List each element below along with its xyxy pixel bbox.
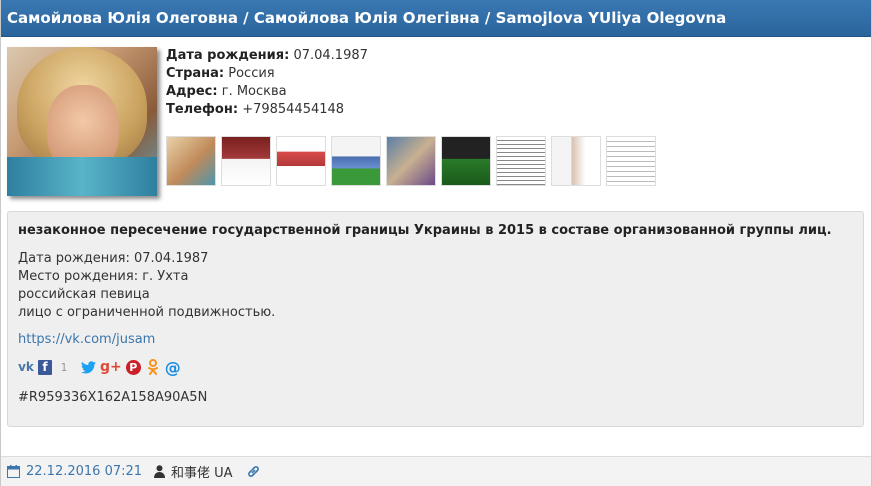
phone-row: Телефон: +79854454148 [166, 101, 368, 119]
country-value: Россия [228, 66, 275, 81]
thumbnail[interactable] [496, 136, 546, 186]
birth-row: Дата рождения: 07.04.1987 [166, 47, 368, 65]
share-bar: vk f 1 g+ P @ [18, 358, 853, 377]
post-date[interactable]: 22.12.2016 07:21 [26, 464, 142, 479]
detail-line: Дата рождения: 07.04.1987 [18, 251, 209, 266]
odnoklassniki-icon[interactable] [145, 359, 161, 375]
record-header: Самойлова Юлія Олеговна / Самойлова Юлія… [1, 0, 871, 37]
profile-info: Дата рождения: 07.04.1987 Страна: Россия… [166, 47, 368, 119]
country-label: Страна: [166, 66, 225, 81]
detail-line: Место рождения: г. Ухта [18, 269, 189, 284]
address-label: Адрес: [166, 84, 218, 99]
thumbnail[interactable] [221, 136, 271, 186]
record-card: Самойлова Юлія Олеговна / Самойлова Юлія… [0, 0, 872, 486]
detail-line: лицо с ограниченной подвижностью. [18, 305, 276, 320]
entry-headline: незаконное пересечение государственной г… [18, 223, 832, 238]
thumbnail[interactable] [331, 136, 381, 186]
entry-box: незаконное пересечение государственной г… [7, 211, 864, 427]
facebook-share-count: 1 [60, 360, 68, 374]
record-title[interactable]: Самойлова Юлія Олеговна / Самойлова Юлія… [7, 9, 726, 27]
address-row: Адрес: г. Москва [166, 83, 368, 101]
google-plus-icon[interactable]: g+ [100, 359, 122, 375]
thumbnail[interactable] [606, 136, 656, 186]
phone-value: +79854454148 [242, 102, 345, 117]
country-row: Страна: Россия [166, 65, 368, 83]
thumbnail[interactable] [386, 136, 436, 186]
profile-section: Дата рождения: 07.04.1987 Страна: Россия… [1, 37, 871, 205]
detail-line: российская певица [18, 287, 150, 302]
author-name[interactable]: 和事佬 UA [171, 462, 233, 481]
permalink-icon[interactable] [247, 465, 260, 478]
pinterest-icon[interactable]: P [125, 359, 141, 375]
profile-photo[interactable] [7, 47, 157, 196]
email-icon[interactable]: @ [165, 358, 181, 377]
thumbnail-gallery [166, 136, 656, 186]
thumbnail[interactable] [441, 136, 491, 186]
vk-icon[interactable]: vk [18, 359, 34, 375]
record-hash: #R959336X162A158A90A5N [18, 390, 208, 405]
thumbnail[interactable] [276, 136, 326, 186]
calendar-icon [7, 465, 20, 478]
user-icon [154, 465, 166, 478]
birth-label: Дата рождения: [166, 48, 290, 63]
thumbnail[interactable] [551, 136, 601, 186]
phone-label: Телефон: [166, 102, 239, 117]
birth-value: 07.04.1987 [293, 48, 368, 63]
facebook-icon[interactable]: f [38, 359, 52, 375]
twitter-icon[interactable] [80, 359, 96, 375]
vk-profile-link[interactable]: https://vk.com/jusam [18, 332, 853, 347]
address-value: г. Москва [221, 84, 287, 99]
thumbnail[interactable] [166, 136, 216, 186]
entry-details: Дата рождения: 07.04.1987 Место рождения… [18, 250, 853, 322]
record-footer: 22.12.2016 07:21 和事佬 UA [1, 456, 871, 486]
